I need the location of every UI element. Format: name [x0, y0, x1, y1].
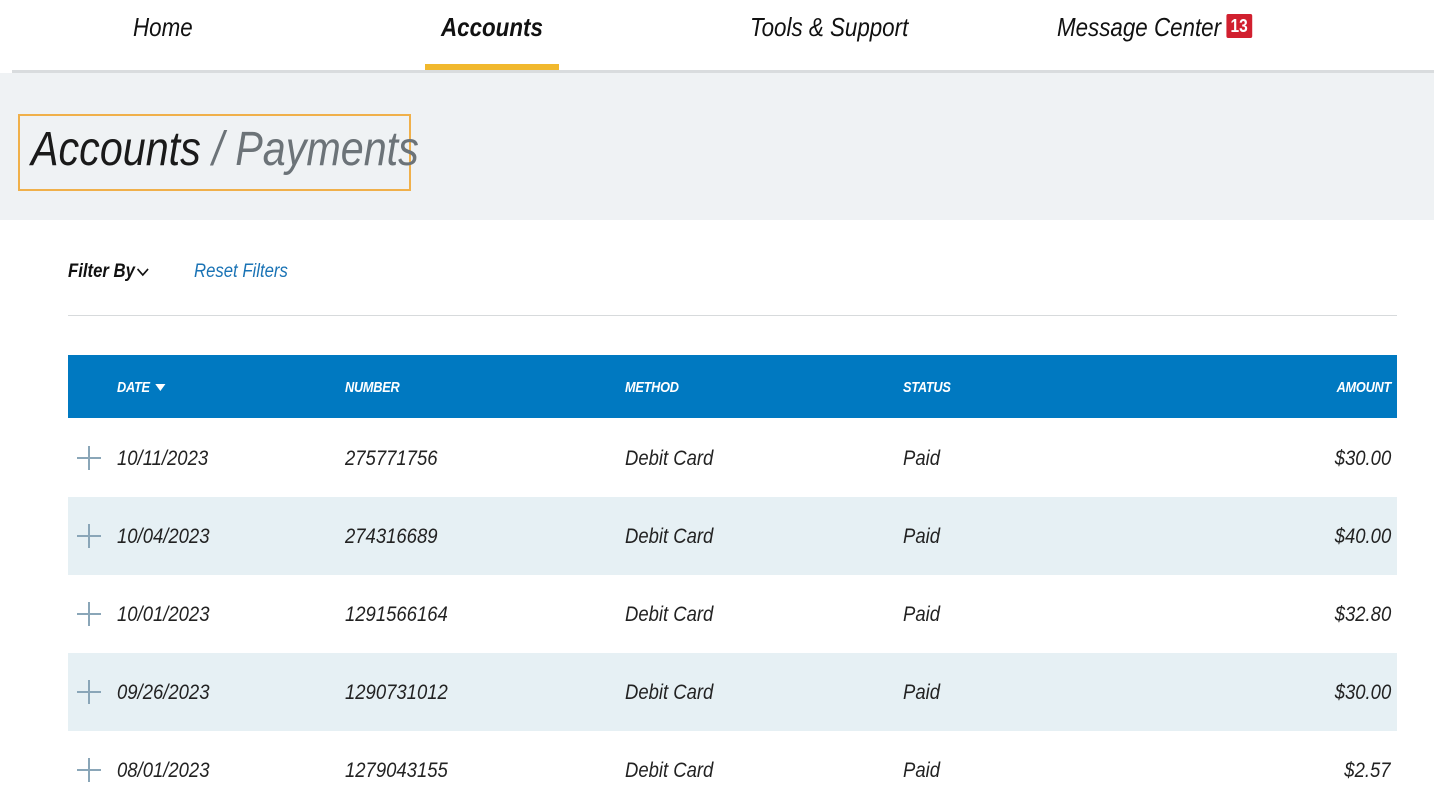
- cell-amount: $2.57: [1344, 759, 1391, 782]
- caret-down-icon: [154, 384, 166, 392]
- cell-status: Paid: [903, 603, 940, 626]
- table-row: 10/11/2023 275771756 Debit Card Paid $30…: [68, 419, 1397, 497]
- cell-status: Paid: [903, 447, 940, 470]
- table-row: 09/26/2023 1290731012 Debit Card Paid $3…: [68, 653, 1397, 731]
- cell-number: 275771756: [345, 447, 438, 470]
- cell-number: 274316689: [345, 525, 438, 548]
- nav-item-accounts[interactable]: Accounts: [441, 0, 543, 70]
- cell-date: 10/11/2023: [117, 447, 209, 470]
- nav-item-message-center-label: Message Center: [1057, 12, 1222, 42]
- cell-number: 1291566164: [345, 603, 448, 626]
- chevron-down-icon: [136, 268, 149, 277]
- plus-icon[interactable]: [74, 677, 104, 707]
- cell-status: Paid: [903, 525, 940, 548]
- cell-amount: $30.00: [1334, 681, 1391, 704]
- cell-amount: $40.00: [1334, 525, 1391, 548]
- cell-status: Paid: [903, 759, 940, 782]
- table-header: DATE NUMBER METHOD STATUS AMOUNT: [68, 355, 1397, 418]
- plus-icon[interactable]: [74, 443, 104, 473]
- table-row: 10/04/2023 274316689 Debit Card Paid $40…: [68, 497, 1397, 575]
- column-header-amount[interactable]: AMOUNT: [1337, 355, 1392, 418]
- filter-by-label: Filter By: [68, 261, 135, 282]
- filter-by-toggle[interactable]: Filter By: [68, 258, 149, 286]
- breadcrumb-separator: /: [212, 123, 224, 176]
- nav-item-message-center[interactable]: Message Center 13: [1057, 0, 1253, 70]
- column-header-status[interactable]: STATUS: [903, 355, 951, 418]
- cell-method: Debit Card: [625, 603, 714, 626]
- cell-method: Debit Card: [625, 759, 714, 782]
- column-header-date[interactable]: DATE: [117, 355, 166, 418]
- cell-amount: $30.00: [1334, 447, 1391, 470]
- cell-method: Debit Card: [625, 447, 714, 470]
- nav-item-home[interactable]: Home: [133, 0, 193, 70]
- table-row: 08/01/2023 1279043155 Debit Card Paid $2…: [68, 731, 1397, 795]
- page-title-main: Accounts: [31, 123, 201, 176]
- top-navigation: Home Accounts Tools & Support Message Ce…: [0, 0, 1434, 72]
- cell-method: Debit Card: [625, 681, 714, 704]
- plus-icon[interactable]: [74, 599, 104, 629]
- plus-icon[interactable]: [74, 755, 104, 785]
- cell-amount: $32.80: [1334, 603, 1391, 626]
- column-header-date-label: DATE: [117, 379, 150, 396]
- filter-divider: [68, 315, 1397, 316]
- nav-item-tools-support[interactable]: Tools & Support: [750, 0, 908, 70]
- page-subtitle: Payments: [235, 123, 419, 176]
- page-title: Accounts / Payments: [31, 122, 419, 178]
- column-header-number[interactable]: NUMBER: [345, 355, 400, 418]
- cell-number: 1290731012: [345, 681, 448, 704]
- table-row: 10/01/2023 1291566164 Debit Card Paid $3…: [68, 575, 1397, 653]
- reset-filters-link[interactable]: Reset Filters: [194, 258, 288, 286]
- cell-date: 10/01/2023: [117, 603, 210, 626]
- cell-method: Debit Card: [625, 525, 714, 548]
- cell-date: 09/26/2023: [117, 681, 210, 704]
- plus-icon[interactable]: [74, 521, 104, 551]
- cell-date: 10/04/2023: [117, 525, 210, 548]
- cell-status: Paid: [903, 681, 940, 704]
- cell-number: 1279043155: [345, 759, 448, 782]
- message-count-badge: 13: [1226, 14, 1253, 39]
- column-header-method[interactable]: METHOD: [625, 355, 679, 418]
- cell-date: 08/01/2023: [117, 759, 210, 782]
